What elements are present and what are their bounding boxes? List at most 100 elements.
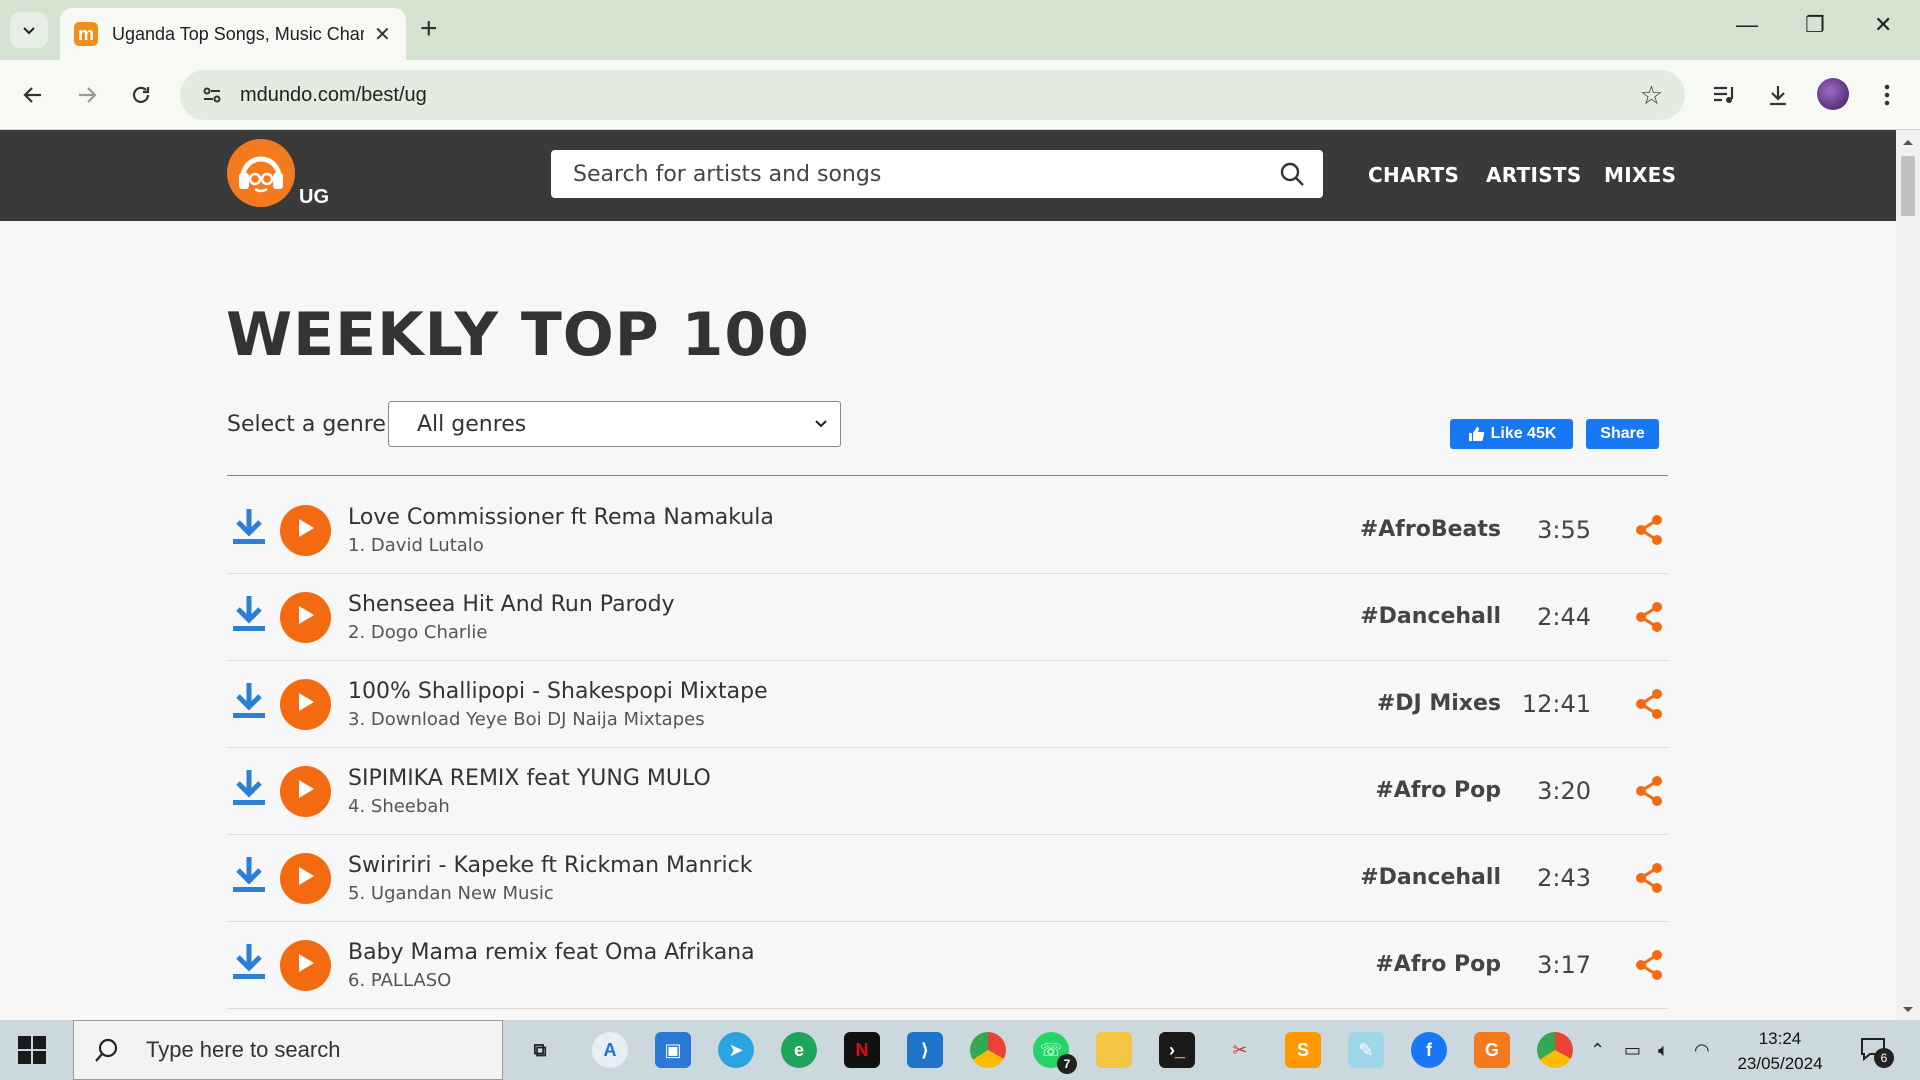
play-button[interactable] bbox=[280, 505, 331, 556]
play-button[interactable] bbox=[280, 853, 331, 904]
tray-expand-icon[interactable]: ⌃ bbox=[1590, 1040, 1605, 1061]
scroll-up-icon[interactable] bbox=[1896, 134, 1920, 150]
song-row[interactable]: 100% Shallipopi - Shakespopi Mixtape 3. D… bbox=[227, 661, 1668, 748]
song-genre-tag[interactable]: #DJ Mixes bbox=[1377, 691, 1501, 716]
song-artist[interactable]: 6. PALLASO bbox=[348, 970, 451, 991]
song-artist[interactable]: 2. Dogo Charlie bbox=[348, 622, 487, 643]
song-artist[interactable]: 4. Sheebah bbox=[348, 796, 450, 817]
app-store-icon[interactable]: A bbox=[592, 1032, 628, 1068]
song-title[interactable]: Swiririri - Kapeke ft Rickman Manrick bbox=[348, 853, 752, 878]
song-row[interactable]: Swiririri - Kapeke ft Rickman Manrick 5. … bbox=[227, 835, 1668, 922]
file-explorer-icon[interactable] bbox=[1096, 1032, 1132, 1068]
play-button[interactable] bbox=[280, 940, 331, 991]
share-icon[interactable] bbox=[1634, 862, 1664, 899]
song-artist[interactable]: 5. Ugandan New Music bbox=[348, 883, 554, 904]
play-button[interactable] bbox=[280, 592, 331, 643]
nav-mixes[interactable]: MIXES bbox=[1604, 163, 1676, 187]
close-window-icon[interactable]: ✕ bbox=[1874, 12, 1892, 38]
downloads-button[interactable] bbox=[1761, 78, 1795, 112]
close-tab-icon[interactable]: ✕ bbox=[374, 22, 391, 47]
volume-icon[interactable]: 🔈︎ bbox=[1658, 1040, 1669, 1061]
song-genre-tag[interactable]: #Dancehall bbox=[1360, 604, 1501, 629]
nav-charts[interactable]: CHARTS bbox=[1368, 163, 1459, 187]
share-icon[interactable] bbox=[1634, 775, 1664, 812]
play-button[interactable] bbox=[280, 679, 331, 730]
search-icon[interactable] bbox=[1279, 161, 1305, 187]
media-control-button[interactable] bbox=[1708, 78, 1742, 112]
song-row[interactable]: Baby Mama remix feat Oma Afrikana 6. PALL… bbox=[227, 922, 1668, 1009]
sublime-text-icon[interactable]: S bbox=[1285, 1032, 1321, 1068]
song-artist[interactable]: 1. David Lutalo bbox=[348, 535, 484, 556]
netflix-icon[interactable]: N bbox=[844, 1032, 880, 1068]
song-genre-tag[interactable]: #Afro Pop bbox=[1375, 778, 1501, 803]
song-title[interactable]: Shenseea Hit And Run Parody bbox=[348, 592, 675, 617]
vscode-icon[interactable]: ⟩ bbox=[907, 1032, 943, 1068]
scroll-thumb[interactable] bbox=[1901, 156, 1915, 216]
whatsapp-icon[interactable]: ☏ 7 bbox=[1033, 1032, 1077, 1074]
share-icon[interactable] bbox=[1634, 514, 1664, 551]
facebook-icon[interactable]: f bbox=[1411, 1032, 1447, 1068]
windows-start-icon[interactable] bbox=[18, 1036, 46, 1064]
share-icon[interactable] bbox=[1634, 949, 1664, 986]
telegram-icon[interactable]: ➤ bbox=[718, 1032, 754, 1068]
song-row[interactable]: Shenseea Hit And Run Parody 2. Dogo Charl… bbox=[227, 574, 1668, 661]
forward-button[interactable] bbox=[70, 78, 104, 112]
wifi-icon[interactable]: ◠ bbox=[1694, 1040, 1710, 1061]
page-scrollbar[interactable] bbox=[1896, 130, 1920, 1020]
song-row[interactable]: SIPIMIKA REMIX feat YUNG MULO 4. Sheebah #… bbox=[227, 748, 1668, 835]
taskbar-clock[interactable]: 13:24 23/05/2024 bbox=[1735, 1026, 1825, 1076]
mdundo-logo[interactable] bbox=[227, 139, 295, 207]
nav-artists[interactable]: ARTISTS bbox=[1486, 163, 1582, 187]
profile-avatar[interactable] bbox=[1817, 78, 1849, 110]
genre-label: Select a genre bbox=[227, 412, 386, 437]
song-artist[interactable]: 3. Download Yeye Boi DJ Naija Mixtapes bbox=[348, 709, 705, 730]
song-title[interactable]: SIPIMIKA REMIX feat YUNG MULO bbox=[348, 766, 711, 791]
share-icon[interactable] bbox=[1634, 688, 1664, 725]
browser-menu-button[interactable] bbox=[1870, 78, 1904, 112]
taskbar-search-box[interactable]: Type here to search bbox=[73, 1020, 503, 1080]
scroll-down-icon[interactable] bbox=[1896, 1002, 1920, 1018]
download-icon[interactable] bbox=[231, 594, 267, 639]
song-title[interactable]: Love Commissioner ft Rema Namakula bbox=[348, 505, 774, 530]
download-icon[interactable] bbox=[231, 942, 267, 987]
reload-button[interactable] bbox=[124, 78, 158, 112]
facebook-share-button[interactable]: Share bbox=[1586, 419, 1659, 449]
url-text[interactable]: mdundo.com/best/ug bbox=[240, 84, 427, 107]
download-icon[interactable] bbox=[231, 855, 267, 900]
search-input[interactable] bbox=[573, 161, 1263, 187]
minimize-icon[interactable]: — bbox=[1736, 12, 1758, 38]
site-info-icon[interactable] bbox=[198, 81, 226, 109]
genre-select[interactable]: All genres bbox=[388, 401, 841, 447]
snipping-tool-icon[interactable]: ✂ bbox=[1222, 1032, 1258, 1068]
tab-search-button[interactable] bbox=[10, 12, 48, 48]
facebook-like-button[interactable]: Like 45K bbox=[1450, 419, 1573, 449]
notification-center-icon[interactable]: 6 bbox=[1858, 1034, 1894, 1068]
pdf-app-icon[interactable]: G bbox=[1474, 1032, 1510, 1068]
active-tab[interactable]: m Uganda Top Songs, Music Char ✕ bbox=[60, 8, 406, 60]
song-title[interactable]: Baby Mama remix feat Oma Afrikana bbox=[348, 940, 755, 965]
remote-desktop-icon[interactable]: ▣ bbox=[655, 1032, 691, 1068]
task-view-icon[interactable]: ⧉ bbox=[522, 1032, 558, 1068]
terminal-icon[interactable]: ›_ bbox=[1159, 1032, 1195, 1068]
chrome-icon[interactable] bbox=[970, 1032, 1006, 1068]
back-button[interactable] bbox=[16, 78, 50, 112]
song-title[interactable]: 100% Shallipopi - Shakespopi Mixtape bbox=[348, 679, 768, 704]
share-icon[interactable] bbox=[1634, 601, 1664, 638]
download-icon[interactable] bbox=[231, 768, 267, 813]
play-button[interactable] bbox=[280, 766, 331, 817]
song-genre-tag[interactable]: #AfroBeats bbox=[1360, 517, 1501, 542]
restore-icon[interactable]: ❐ bbox=[1805, 12, 1825, 38]
edge-icon[interactable]: e bbox=[781, 1032, 817, 1068]
song-row[interactable]: Love Commissioner ft Rema Namakula 1. Dav… bbox=[227, 487, 1668, 574]
song-genre-tag[interactable]: #Afro Pop bbox=[1375, 952, 1501, 977]
address-bar[interactable]: mdundo.com/best/ug ☆ bbox=[180, 70, 1685, 120]
notepad-icon[interactable]: ✎ bbox=[1348, 1032, 1384, 1068]
site-search-box[interactable] bbox=[551, 150, 1323, 198]
new-tab-button[interactable]: + bbox=[420, 14, 438, 44]
download-icon[interactable] bbox=[231, 681, 267, 726]
song-genre-tag[interactable]: #Dancehall bbox=[1360, 865, 1501, 890]
download-icon[interactable] bbox=[231, 507, 267, 552]
battery-icon[interactable]: ▭ bbox=[1624, 1040, 1641, 1061]
chrome-active-icon[interactable] bbox=[1537, 1032, 1573, 1068]
bookmark-star-icon[interactable]: ☆ bbox=[1640, 80, 1663, 111]
